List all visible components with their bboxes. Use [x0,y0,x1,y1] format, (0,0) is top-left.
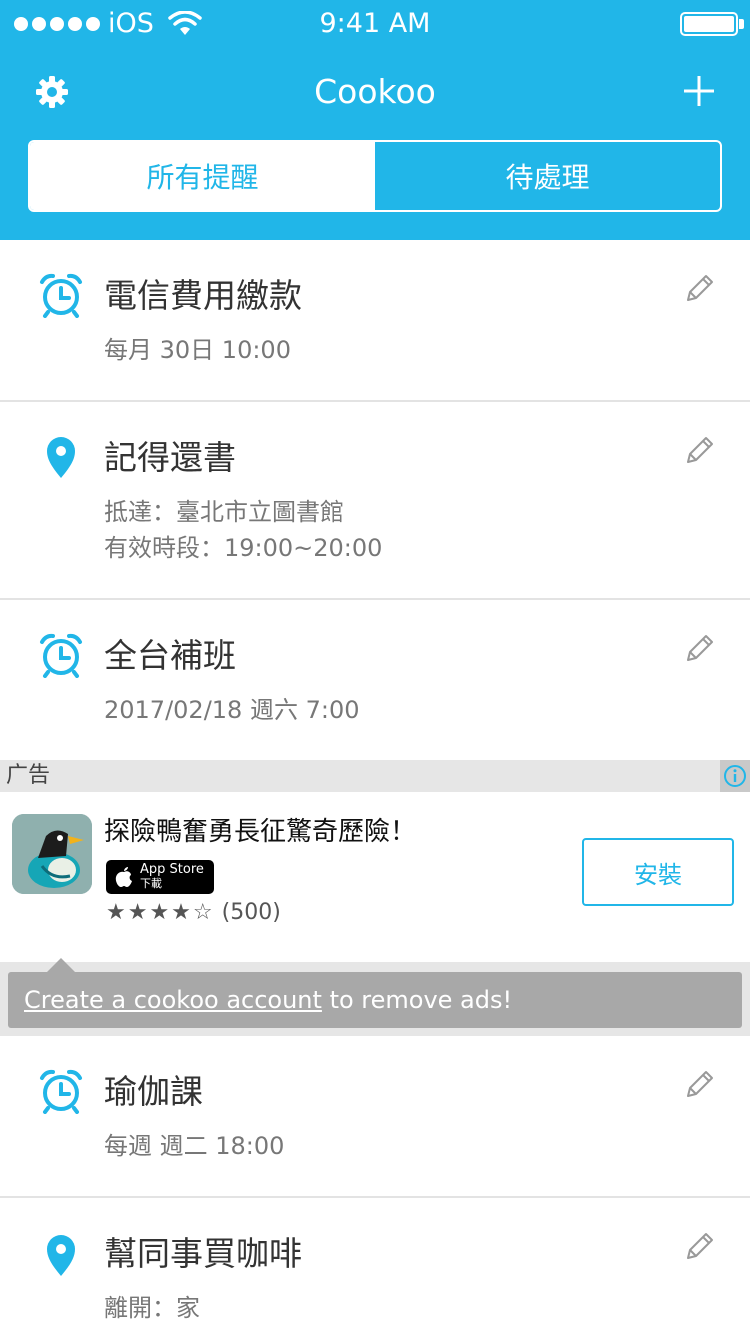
ad-header-bar: 广告 [0,760,750,792]
alarm-clock-icon [40,1069,82,1114]
filter-segmented-control: 所有提醒 待處理 [28,140,722,212]
ad-app-title: 探險鴨奮勇長征驚奇歷險！ [104,817,417,847]
reminder-title: 幫同事買咖啡 [104,1234,302,1273]
reminder-detail: 每週 週二 18:00 [104,1132,285,1160]
reminder-detail: 2017/02/18 週六 7:00 [104,696,360,724]
app-store-download-label: 下載 [140,877,162,890]
app-title: Cookoo [314,72,436,111]
rating-count: (500) [221,900,281,925]
reminder-item[interactable]: 瑜伽課 每週 週二 18:00 [0,1036,750,1198]
app-store-label: App Store [140,862,204,877]
reminder-title: 全台補班 [104,636,236,675]
status-time: 9:41 AM [319,8,431,39]
app-header: iOS 9:41 AM Cookoo 所有提醒 待處理 [0,0,750,240]
ad-label: 广告 [6,763,51,788]
remove-ads-banner: Create a cookoo account to remove ads! [8,958,742,1028]
reminder-detail: 離開：家 [104,1294,200,1322]
battery-icon [680,12,738,36]
edit-pencil-icon[interactable] [684,434,716,466]
rating-stars-icon: ★★★★☆ [106,900,215,925]
ad-info-icon[interactable] [720,760,750,792]
reminder-detail: 每月 30日 10:00 [104,336,291,364]
edit-pencil-icon[interactable] [684,1230,716,1262]
add-reminder-icon[interactable] [682,74,716,108]
reminder-item[interactable]: 幫同事買咖啡 離開：家 [0,1198,750,1334]
app-store-badge[interactable]: App Store 下載 [106,860,214,894]
reminder-item[interactable]: 全台補班 2017/02/18 週六 7:00 [0,600,750,760]
promo-banner-area: Create a cookoo account to remove ads! [0,958,750,1036]
reminder-detail: 抵達：臺北市立圖書館 [104,498,344,526]
ad-app-icon [12,814,92,894]
apple-logo-icon [115,867,132,887]
status-bar: iOS 9:41 AM [0,0,750,48]
reminder-title: 記得還書 [104,438,236,477]
reminder-detail: 有效時段：19:00~20:00 [104,534,383,562]
location-pin-icon [47,437,75,478]
edit-pencil-icon[interactable] [684,1068,716,1100]
reminder-item[interactable]: 記得還書 抵達：臺北市立圖書館 有效時段：19:00~20:00 [0,402,750,600]
create-account-link[interactable]: Create a cookoo account [24,986,322,1014]
edit-pencil-icon[interactable] [684,272,716,304]
reminder-item[interactable]: 電信費用繳款 每月 30日 10:00 [0,240,750,402]
reminder-title: 瑜伽課 [104,1072,203,1111]
tab-pending[interactable]: 待處理 [375,142,720,210]
alarm-clock-icon [40,273,82,318]
alarm-clock-icon [40,633,82,678]
edit-pencil-icon[interactable] [684,632,716,664]
tab-all-reminders[interactable]: 所有提醒 [30,142,375,210]
ad-rating: ★★★★☆ (500) [106,898,281,928]
ad-card[interactable]: 探險鴨奮勇長征驚奇歷險！ App Store 下載 ★★★★☆ (500) 安裝 [0,792,750,962]
install-button[interactable]: 安裝 [582,838,734,906]
nav-bar: Cookoo [0,56,750,130]
reminder-title: 電信費用繳款 [104,276,302,315]
promo-text: to remove ads! [321,986,513,1014]
location-pin-icon [47,1235,75,1276]
